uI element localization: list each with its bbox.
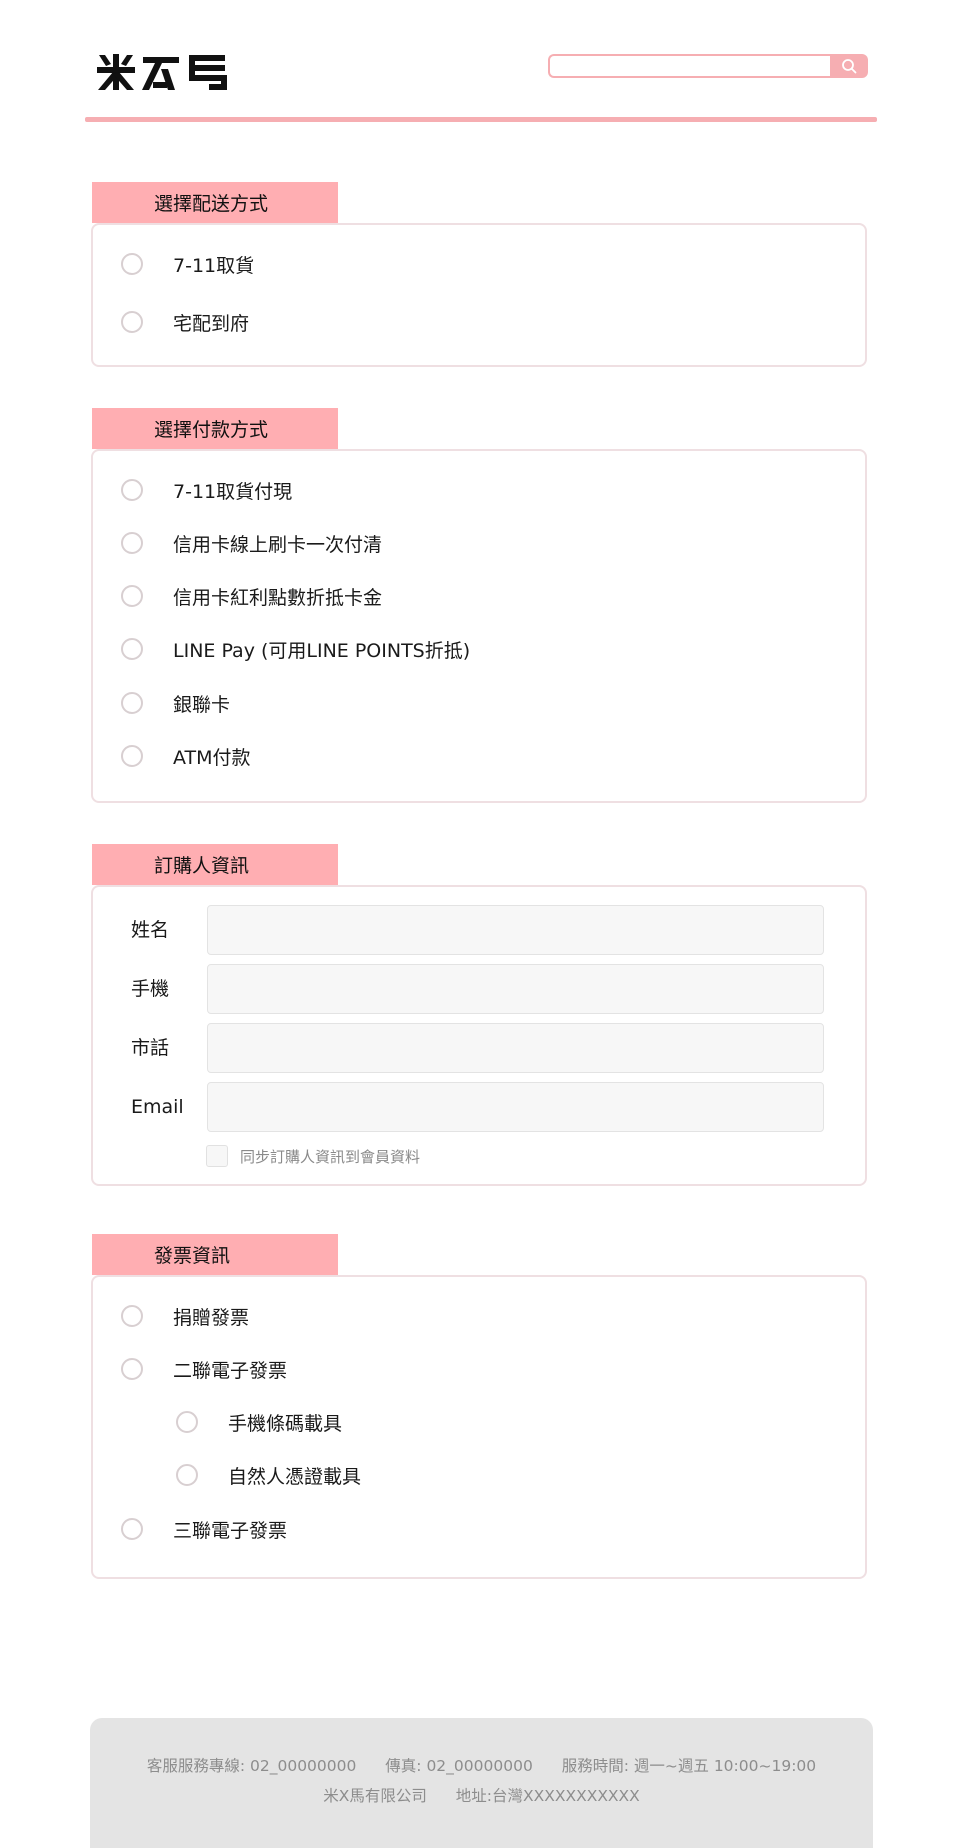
- invoice-option[interactable]: 三聯電子發票: [121, 1514, 287, 1544]
- field-label: 姓名: [131, 919, 170, 941]
- radio-button[interactable]: [121, 585, 143, 607]
- option-label: LINE Pay (可用LINE POINTS折抵): [173, 639, 471, 662]
- option-label: 捐贈發票: [173, 1306, 250, 1329]
- buyer-info-section: 訂購人資訊 姓名 手機 市話 Email: [91, 844, 867, 1187]
- email-input[interactable]: [207, 1082, 824, 1132]
- payment-option[interactable]: 信用卡線上刷卡一次付清: [121, 528, 382, 558]
- invoice-option[interactable]: 二聯電子發票: [121, 1354, 287, 1384]
- option-label: 三聯電子發票: [173, 1519, 288, 1542]
- radio-button[interactable]: [121, 253, 143, 275]
- search-input[interactable]: [548, 54, 831, 78]
- payment-option[interactable]: ATM付款: [121, 741, 251, 771]
- radio-button[interactable]: [176, 1464, 198, 1486]
- option-label: 信用卡線上刷卡一次付清: [173, 533, 383, 556]
- section-title: 選擇付款方式: [92, 408, 338, 449]
- email-field-row: Email: [131, 1082, 831, 1132]
- option-label: 7-11取貨: [173, 254, 255, 277]
- field-label: 市話: [131, 1037, 170, 1059]
- option-label: 宅配到府: [173, 312, 250, 335]
- option-label: 信用卡紅利點數折抵卡金: [173, 586, 383, 609]
- mobile-input[interactable]: [207, 964, 824, 1014]
- customer-service-phone: 客服服務專線: 02_00000000: [146, 1757, 357, 1775]
- carrier-option[interactable]: 自然人憑證載具: [176, 1460, 361, 1490]
- brand-logo[interactable]: [97, 52, 229, 92]
- footer-company-line: 米X馬有限公司 地址:台灣XXXXXXXXXXX: [90, 1784, 873, 1806]
- sync-checkbox[interactable]: [206, 1145, 228, 1167]
- site-header: [85, 40, 877, 122]
- option-label: 手機條碼載具: [228, 1412, 343, 1435]
- payment-option[interactable]: 銀聯卡: [121, 688, 230, 718]
- fax-number: 傳真: 02_00000000: [385, 1757, 533, 1775]
- invoice-section: 發票資訊 捐贈發票 二聯電子發票 手機條碼載具 自然人憑證載具 三聯電子發票: [91, 1234, 867, 1579]
- section-body: 捐贈發票 二聯電子發票 手機條碼載具 自然人憑證載具 三聯電子發票: [91, 1275, 867, 1579]
- company-address: 地址:台灣XXXXXXXXXXX: [455, 1787, 640, 1805]
- radio-button[interactable]: [121, 311, 143, 333]
- field-label: Email: [131, 1096, 184, 1118]
- radio-button[interactable]: [121, 532, 143, 554]
- header-divider: [85, 117, 877, 122]
- radio-button[interactable]: [121, 1358, 143, 1380]
- service-hours: 服務時間: 週一~週五 10:00~19:00: [561, 1757, 817, 1775]
- option-label: 銀聯卡: [173, 693, 231, 716]
- company-name: 米X馬有限公司: [323, 1787, 427, 1805]
- mobile-field-row: 手機: [131, 964, 831, 1014]
- radio-button[interactable]: [121, 1305, 143, 1327]
- phone-field-row: 市話: [131, 1023, 831, 1073]
- search-button[interactable]: [830, 54, 868, 78]
- section-title: 訂購人資訊: [92, 844, 338, 885]
- footer-contact-line: 客服服務專線: 02_00000000 傳真: 02_00000000 服務時間…: [90, 1754, 873, 1776]
- section-body: 7-11取貨付現 信用卡線上刷卡一次付清 信用卡紅利點數折抵卡金 LINE Pa…: [91, 449, 867, 803]
- section-title: 選擇配送方式: [92, 182, 338, 223]
- option-label: 自然人憑證載具: [228, 1465, 362, 1488]
- shipping-option[interactable]: 宅配到府: [121, 307, 249, 337]
- payment-option[interactable]: LINE Pay (可用LINE POINTS折抵): [121, 634, 470, 664]
- option-label: 7-11取貨付現: [173, 480, 293, 503]
- name-field-row: 姓名: [131, 905, 831, 955]
- payment-option[interactable]: 信用卡紅利點數折抵卡金: [121, 581, 382, 611]
- radio-button[interactable]: [121, 1518, 143, 1540]
- name-input[interactable]: [207, 905, 824, 955]
- section-body: 姓名 手機 市話 Email: [91, 885, 867, 1186]
- sync-member-option[interactable]: 同步訂購人資訊到會員資料: [206, 1144, 420, 1168]
- site-footer: 客服服務專線: 02_00000000 傳真: 02_00000000 服務時間…: [90, 1718, 873, 1848]
- radio-button[interactable]: [121, 479, 143, 501]
- phone-input[interactable]: [207, 1023, 824, 1073]
- payment-option[interactable]: 7-11取貨付現: [121, 475, 292, 505]
- invoice-option[interactable]: 捐贈發票: [121, 1301, 249, 1331]
- payment-section: 選擇付款方式 7-11取貨付現 信用卡線上刷卡一次付清 信用卡紅利點數折抵卡金 …: [91, 408, 867, 803]
- radio-button[interactable]: [121, 638, 143, 660]
- radio-button[interactable]: [121, 692, 143, 714]
- section-title: 發票資訊: [92, 1234, 338, 1275]
- field-label: 手機: [131, 978, 170, 1000]
- carrier-option[interactable]: 手機條碼載具: [176, 1407, 342, 1437]
- sync-label: 同步訂購人資訊到會員資料: [240, 1147, 421, 1166]
- radio-button[interactable]: [176, 1411, 198, 1433]
- shipping-section: 選擇配送方式 7-11取貨 宅配到府: [91, 182, 867, 367]
- option-label: ATM付款: [173, 746, 251, 769]
- shipping-option[interactable]: 7-11取貨: [121, 249, 254, 279]
- option-label: 二聯電子發票: [173, 1359, 288, 1382]
- radio-button[interactable]: [121, 745, 143, 767]
- search-icon: [842, 59, 857, 74]
- section-body: 7-11取貨 宅配到府: [91, 223, 867, 367]
